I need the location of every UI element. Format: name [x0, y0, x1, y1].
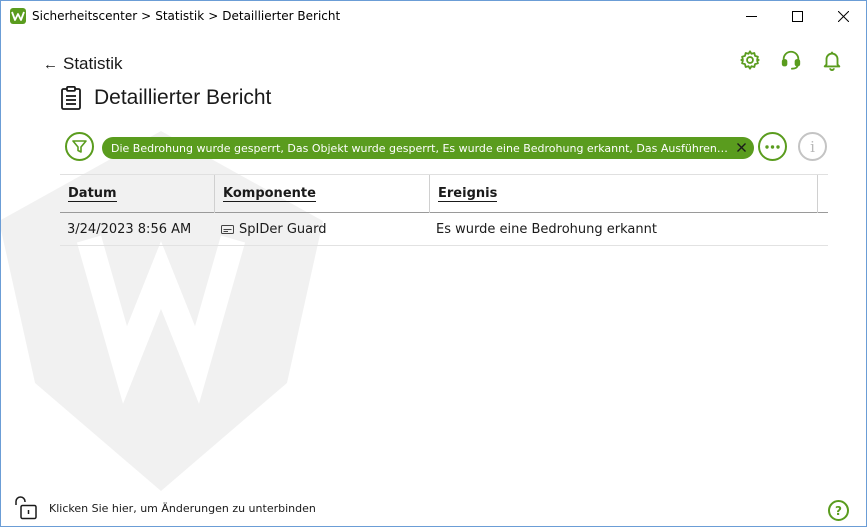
help-icon: ?	[835, 503, 842, 518]
title-bar: Sicherheitscenter > Statistik > Detailli…	[1, 1, 866, 32]
lock-changes-label: Klicken Sie hier, um Änderungen zu unter…	[49, 501, 316, 515]
breadcrumb-item-detailed-report: Detaillierter Bericht	[222, 9, 341, 23]
close-button[interactable]	[820, 1, 866, 32]
close-icon	[736, 142, 746, 152]
breadcrumb-separator: >	[141, 9, 152, 23]
info-button: i	[798, 132, 827, 161]
breadcrumb-separator: >	[208, 9, 219, 23]
clipboard-icon	[61, 86, 81, 110]
column-divider[interactable]	[214, 175, 215, 213]
watermark-logo-icon	[1, 131, 323, 491]
headset-icon[interactable]	[780, 49, 802, 71]
column-header-component[interactable]: Komponente	[223, 175, 316, 213]
help-button[interactable]: ?	[828, 500, 849, 521]
cell-component: SpIDer Guard	[221, 213, 326, 245]
page-title-row: Detaillierter Bericht	[61, 86, 271, 110]
clear-filter-button[interactable]	[734, 140, 748, 154]
bell-icon[interactable]	[821, 49, 843, 71]
cell-event: Es wurde eine Bedrohung erkannt	[436, 221, 657, 237]
page-title: Detaillierter Bericht	[94, 86, 272, 109]
header-actions	[739, 49, 843, 71]
more-options-button[interactable]	[758, 132, 787, 161]
app-logo-icon	[10, 8, 26, 24]
column-divider[interactable]	[817, 175, 818, 213]
back-link-label: Statistik	[63, 54, 123, 73]
gear-icon[interactable]	[739, 49, 761, 71]
minimize-icon	[745, 16, 757, 17]
filter-icon	[72, 140, 87, 153]
table-row[interactable]: 3/24/2023 8:56 AM SpIDer Guard Es wurde …	[60, 213, 828, 246]
minimize-button[interactable]	[728, 1, 774, 32]
component-icon	[221, 224, 234, 234]
column-header-event[interactable]: Ereignis	[438, 175, 498, 213]
filter-button[interactable]	[65, 132, 94, 161]
back-link[interactable]: ← Statistik	[43, 54, 123, 74]
unlock-icon	[15, 496, 37, 520]
arrow-left-icon: ←	[43, 55, 58, 73]
info-icon: i	[810, 137, 815, 156]
breadcrumb-item-statistics[interactable]: Statistik	[155, 9, 204, 23]
close-icon	[837, 11, 849, 22]
cell-component-label: SpIDer Guard	[239, 221, 327, 237]
column-divider[interactable]	[429, 175, 430, 213]
column-header-date[interactable]: Datum	[68, 175, 117, 213]
table-header: Datum Komponente Ereignis	[60, 174, 828, 213]
app-window: Sicherheitscenter > Statistik > Detailli…	[0, 0, 867, 527]
breadcrumb: Sicherheitscenter > Statistik > Detailli…	[32, 9, 340, 23]
cell-date: 3/24/2023 8:56 AM	[67, 221, 192, 237]
maximize-button[interactable]	[774, 1, 820, 32]
more-icon	[765, 144, 780, 149]
filter-chip-text: Die Bedrohung wurde gesperrt, Das Objekt…	[111, 141, 728, 155]
maximize-icon	[791, 11, 803, 22]
active-filter-chip[interactable]: Die Bedrohung wurde gesperrt, Das Objekt…	[102, 137, 754, 159]
lock-changes-link[interactable]: Klicken Sie hier, um Änderungen zu unter…	[14, 496, 316, 520]
report-table: Datum Komponente Ereignis 3/24/2023 8:56…	[60, 174, 828, 246]
breadcrumb-item-security-center[interactable]: Sicherheitscenter	[32, 9, 137, 23]
